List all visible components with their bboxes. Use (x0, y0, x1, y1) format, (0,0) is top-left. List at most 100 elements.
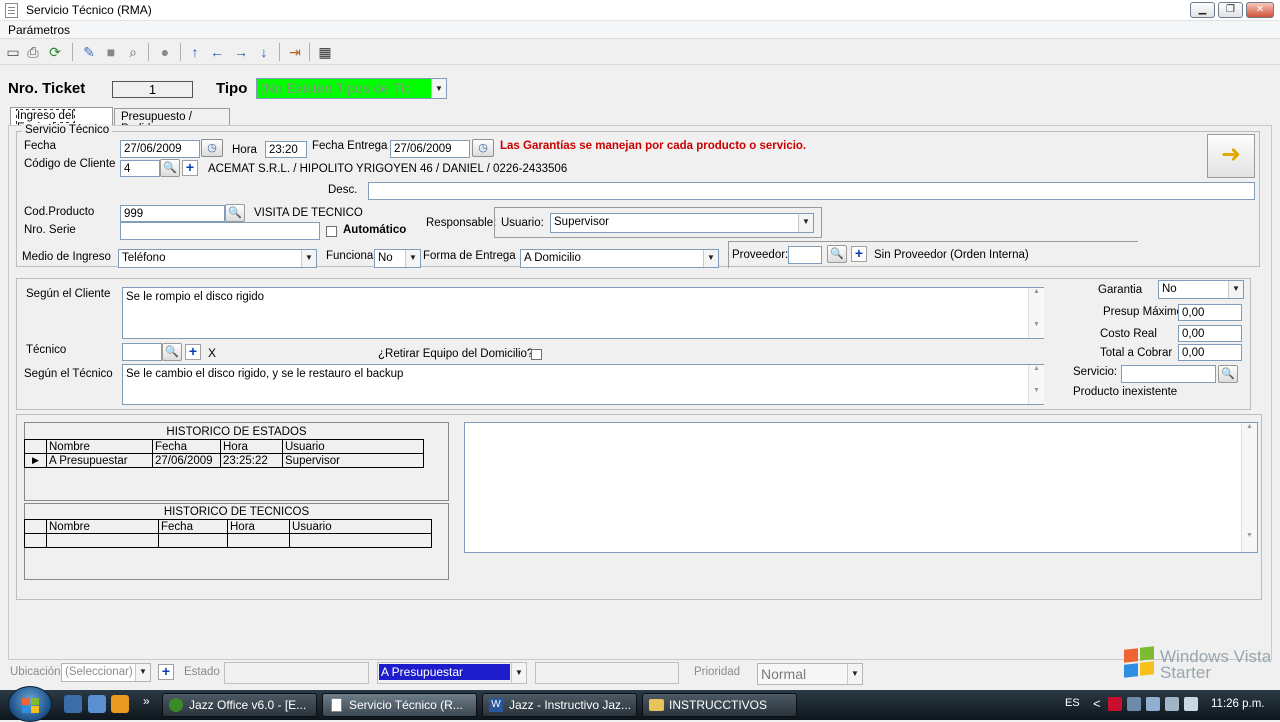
column-header[interactable]: Nombre (46, 519, 159, 534)
arrow-left-icon[interactable]: ← (208, 43, 226, 61)
start-button[interactable] (8, 686, 52, 722)
arrow-up-icon[interactable]: ↑ (186, 43, 204, 61)
exit-icon[interactable]: ⇥ (286, 43, 304, 61)
refresh-icon[interactable]: ⟳ (46, 43, 64, 61)
chevron-down-icon: ▼ (703, 250, 718, 267)
search-producto-icon[interactable]: 🔍 (225, 204, 245, 222)
fecha-entrega-field[interactable]: 27/06/2009 (390, 140, 470, 158)
quicklaunch-chevron-icon[interactable]: » (143, 694, 150, 708)
table-row[interactable] (24, 533, 432, 548)
garantia-select[interactable]: No ▼ (1158, 280, 1244, 299)
column-header[interactable]: Fecha (158, 519, 228, 534)
hora-field[interactable]: 23:20 (265, 141, 307, 158)
grid-icon[interactable]: ▦ (316, 43, 334, 61)
fecha-label: Fecha (24, 140, 56, 152)
search-tecnico-icon[interactable]: 🔍 (162, 343, 182, 361)
add-proveedor-icon[interactable]: + (851, 246, 867, 262)
scrollbar[interactable]: ▲ ▼ (1028, 288, 1044, 338)
show-desktop-icon[interactable] (64, 695, 82, 713)
scrollbar[interactable]: ▲ ▼ (1241, 423, 1257, 552)
segun-tecnico-textarea[interactable]: Se le cambio el disco rigido, y se le re… (122, 364, 1044, 405)
historico-estados-table: Nombre Fecha Hora Usuario ▶ A Presupuest… (24, 439, 424, 468)
costo-field[interactable]: 0,00 (1178, 325, 1242, 342)
task-jazz-office[interactable]: Jazz Office v6.0 - [E... (162, 693, 317, 717)
add-cliente-icon[interactable]: + (182, 160, 198, 176)
minimize-button[interactable]: ▁ (1190, 2, 1215, 18)
search-proveedor-icon[interactable]: 🔍 (827, 245, 847, 263)
stop-icon[interactable]: ■ (102, 43, 120, 61)
word-icon: W (489, 698, 503, 712)
search-icon[interactable]: ⌕ (124, 43, 142, 61)
segun-cliente-textarea[interactable]: Se le rompio el disco rigido (122, 287, 1044, 339)
task-label: INSTRUCCTIVOS (669, 698, 768, 712)
notes-textarea[interactable] (464, 422, 1258, 553)
column-header[interactable]: Usuario (282, 439, 424, 454)
column-header[interactable]: Nombre (46, 439, 153, 454)
tipo-select[interactable]: (No Existen Tipos de Tic ▼ (256, 78, 447, 99)
desc-field[interactable] (368, 182, 1255, 200)
search-cliente-icon[interactable]: 🔍 (160, 159, 180, 177)
edit-icon[interactable]: ✎ (80, 43, 98, 61)
cliente-field[interactable]: 4 (120, 160, 160, 177)
task-instructivo[interactable]: W Jazz - Instructivo Jaz... (482, 693, 637, 717)
column-header[interactable]: Hora (220, 439, 283, 454)
new-icon[interactable]: ▭ (4, 43, 22, 61)
add-ubicacion-icon[interactable]: + (158, 664, 174, 680)
volume-icon[interactable] (1165, 697, 1179, 711)
add-tecnico-icon[interactable]: + (185, 344, 201, 360)
prioridad-select[interactable]: Normal ▼ (757, 663, 863, 685)
restore-button[interactable]: ❐ (1218, 2, 1243, 18)
clear-tecnico-icon[interactable]: X (208, 346, 216, 360)
search-servicio-icon[interactable]: 🔍 (1218, 365, 1238, 383)
serie-field[interactable] (120, 222, 320, 240)
media-player-icon[interactable] (111, 695, 129, 713)
record-icon[interactable]: ● (156, 43, 174, 61)
forma-entrega-select[interactable]: A Domicilio ▼ (520, 249, 719, 268)
app-icon (5, 3, 18, 18)
usuario-select[interactable]: Supervisor ▼ (550, 213, 814, 233)
clock[interactable]: 11:26 p.m. (1211, 698, 1265, 710)
retirar-checkbox[interactable] (531, 349, 542, 360)
automatico-checkbox[interactable] (326, 226, 337, 237)
fecha-field[interactable]: 27/06/2009 (120, 140, 200, 158)
column-header[interactable]: Fecha (152, 439, 221, 454)
toolbar-separator (148, 43, 149, 61)
task-instrucctivos[interactable]: INSTRUCCTIVOS (642, 693, 797, 717)
presup-field[interactable]: 0,00 (1178, 304, 1242, 321)
column-header[interactable]: Usuario (289, 519, 432, 534)
calendar-icon[interactable]: ◷ (472, 139, 494, 157)
proveedor-field[interactable] (788, 246, 822, 264)
calendar-icon[interactable]: ◷ (201, 139, 223, 157)
tab-presupuesto-pedido[interactable]: Presupuesto / Pedido (114, 108, 230, 135)
arrow-right-icon[interactable]: → (232, 43, 250, 61)
codprod-field[interactable]: 999 (120, 205, 225, 222)
scrollbar[interactable]: ▲ ▼ (1028, 365, 1044, 404)
go-icon[interactable]: ➜ (1207, 134, 1255, 178)
switch-windows-icon[interactable] (88, 695, 106, 713)
tray-expand-icon[interactable]: < (1093, 696, 1101, 711)
print-icon[interactable]: ⎙ (24, 43, 42, 61)
close-button[interactable]: ✕ (1246, 2, 1274, 18)
language-indicator[interactable]: ES (1065, 697, 1080, 709)
ticket-number-field[interactable]: 1 (112, 81, 193, 98)
toolbar-separator (72, 43, 73, 61)
total-field[interactable]: 0,00 (1178, 344, 1242, 361)
ubicacion-select[interactable]: (Seleccionar) ▼ (61, 663, 151, 682)
security-alert-icon[interactable] (1108, 697, 1122, 711)
tray-app-icon[interactable] (1184, 697, 1198, 711)
servicio-field[interactable] (1121, 365, 1216, 383)
arrow-down-icon[interactable]: ↓ (255, 43, 273, 61)
historico-tecnicos-title: HISTORICO DE TECNICOS (163, 506, 310, 518)
tecnico-field[interactable] (122, 343, 162, 361)
medio-select[interactable]: Teléfono ▼ (118, 249, 317, 268)
menu-parametros[interactable]: Parámetros (8, 23, 70, 37)
funciona-select[interactable]: No ▼ (374, 249, 421, 268)
column-header[interactable]: Hora (227, 519, 290, 534)
estado-select[interactable]: A Presupuestar ▼ (377, 662, 527, 684)
tab-ingreso-equipo[interactable]: Ingreso del Equipo (10, 107, 113, 135)
ubicacion-select-value: (Seleccionar) (65, 666, 133, 678)
network-icon[interactable] (1127, 697, 1141, 711)
table-row[interactable]: ▶ A Presupuestar 27/06/2009 23:25:22 Sup… (24, 453, 424, 468)
task-servicio-tecnico[interactable]: Servicio Técnico (R... (322, 693, 477, 717)
tray-app-icon[interactable] (1146, 697, 1160, 711)
